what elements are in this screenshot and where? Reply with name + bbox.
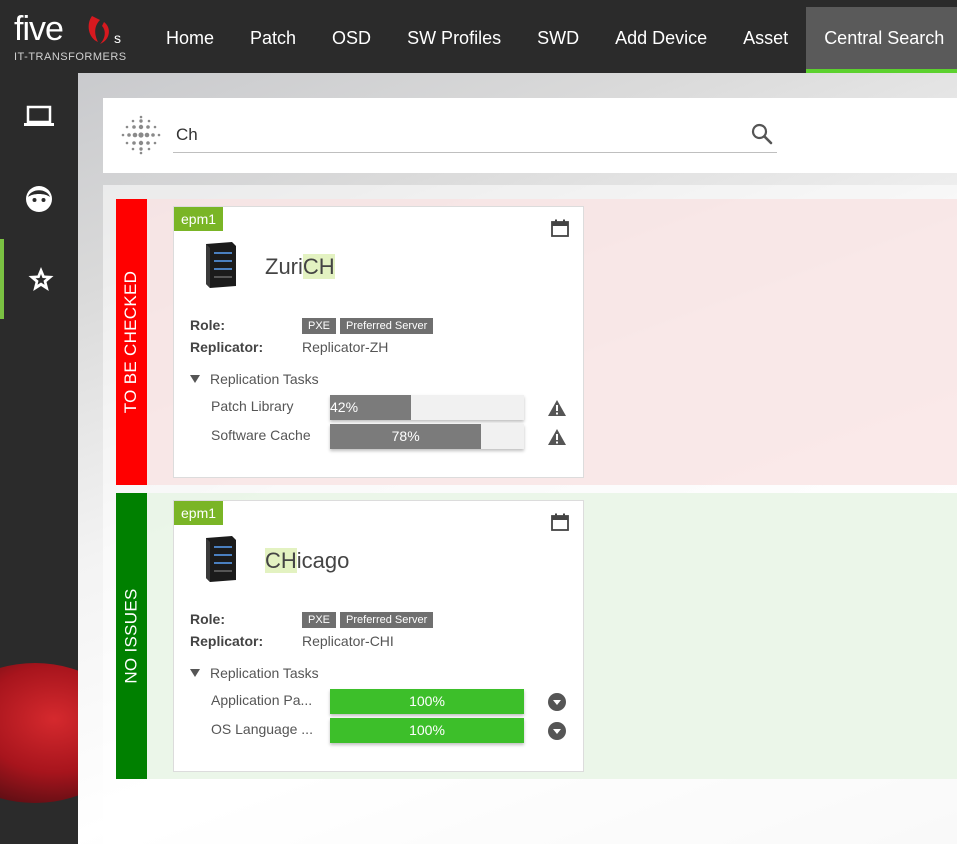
progress-bar: 42% — [330, 395, 524, 420]
role-badge-pxe: PXE — [302, 318, 337, 335]
role-badge-preferred: Preferred Server — [340, 318, 434, 335]
logo-swirl-icon — [88, 16, 109, 44]
server-name: ZuriCH — [265, 254, 335, 280]
dots-logo-icon — [121, 115, 161, 155]
nav-sw-profiles[interactable]: SW Profiles — [389, 0, 519, 73]
task-name: Patch Library — [211, 398, 294, 414]
main-nav: Home Patch OSD SW Profiles SWD Add Devic… — [148, 0, 957, 73]
search-panel — [103, 98, 957, 173]
five-logo[interactable]: five s IT-TRANSFORMERS — [14, 10, 134, 66]
role-badge-preferred: Preferred Server — [340, 612, 434, 629]
chevron-down-circle-icon[interactable] — [547, 721, 567, 741]
role-row: Role: PXE Preferred Server — [190, 611, 437, 629]
calendar-icon[interactable] — [551, 219, 569, 237]
replicator-value: Replicator-ZH — [302, 339, 389, 355]
task-name: Software Cache — [211, 427, 311, 443]
role-row: Role: PXE Preferred Server — [190, 317, 437, 335]
role-badge-pxe: PXE — [302, 612, 337, 629]
progress-bar: 100% — [330, 718, 524, 743]
progress-bar: 78% — [330, 424, 524, 449]
server-name: CHicago — [265, 548, 349, 574]
nav-asset[interactable]: Asset — [725, 0, 806, 73]
task-row: Application Pa... 100% — [211, 689, 571, 715]
server-card[interactable]: epm1 ZuriCH Role: PXE Preferred Server R… — [173, 206, 584, 478]
result-group-to-be-checked: TO BE CHECKED epm1 ZuriCH Role: PXE Pref… — [116, 199, 957, 485]
server-icon — [206, 536, 236, 582]
sidebar-item-favorites[interactable] — [0, 239, 78, 319]
nav-osd[interactable]: OSD — [314, 0, 389, 73]
search-input[interactable] — [173, 117, 777, 153]
server-name-suffix: icago — [296, 548, 350, 573]
replicator-label: Replicator: — [190, 339, 264, 355]
tasks-title: Replication Tasks — [210, 665, 319, 681]
task-row: OS Language ... 100% — [211, 718, 571, 744]
logo-subtitle: IT-TRANSFORMERS — [14, 51, 127, 63]
main-content: TO BE CHECKED epm1 ZuriCH — [78, 73, 957, 844]
task-row: Software Cache 78% — [211, 424, 571, 450]
group-label: TO BE CHECKED — [116, 199, 147, 485]
replication-tasks-toggle[interactable]: Replication Tasks — [190, 665, 319, 681]
nav-patch[interactable]: Patch — [232, 0, 314, 73]
replicator-row: Replicator: Replicator-CHI — [190, 633, 394, 649]
caret-down-icon — [190, 669, 200, 677]
role-label: Role: — [190, 317, 225, 333]
role-label: Role: — [190, 611, 225, 627]
sidebar — [0, 73, 78, 844]
sidebar-item-users[interactable] — [0, 159, 78, 239]
nav-add-device[interactable]: Add Device — [597, 0, 725, 73]
chevron-down-circle-icon[interactable] — [547, 692, 567, 712]
server-icon — [206, 242, 236, 288]
server-name-highlight: CH — [302, 254, 335, 279]
progress-bar: 100% — [330, 689, 524, 714]
task-row: Patch Library 42% — [211, 395, 571, 421]
logo-word: five — [14, 10, 64, 48]
nav-central-search[interactable]: Central Search — [806, 7, 957, 73]
site-tag: epm1 — [174, 207, 224, 231]
progress-text: 100% — [409, 693, 445, 709]
background-decoration — [0, 663, 78, 803]
warning-icon[interactable] — [547, 398, 567, 418]
group-label: NO ISSUES — [116, 493, 147, 779]
caret-down-icon — [190, 375, 200, 383]
search-icon[interactable] — [751, 123, 773, 145]
sidebar-item-devices[interactable] — [0, 77, 78, 157]
star-icon — [28, 267, 54, 291]
server-name-highlight: CH — [265, 548, 297, 573]
warning-icon[interactable] — [547, 427, 567, 447]
face-icon — [26, 186, 52, 212]
results-panel: TO BE CHECKED epm1 ZuriCH Role: PXE Pref… — [103, 185, 957, 844]
progress-text: 78% — [391, 428, 420, 444]
logo-suffix: s — [114, 30, 121, 46]
progress-text: 42% — [330, 399, 359, 415]
nav-swd[interactable]: SWD — [519, 0, 597, 73]
task-name: Application Pa... — [211, 692, 313, 708]
laptop-icon — [24, 105, 54, 126]
progress-text: 100% — [409, 722, 445, 738]
calendar-icon[interactable] — [551, 513, 569, 531]
server-name-prefix: Zuri — [265, 254, 303, 279]
result-group-no-issues: NO ISSUES epm1 CHicago Role: PXE Preferr… — [116, 493, 957, 779]
replicator-value: Replicator-CHI — [302, 633, 394, 649]
top-bar: five s IT-TRANSFORMERS Home Patch OSD SW… — [0, 0, 957, 73]
nav-home[interactable]: Home — [148, 0, 232, 73]
replication-tasks-toggle[interactable]: Replication Tasks — [190, 371, 319, 387]
replicator-row: Replicator: Replicator-ZH — [190, 339, 388, 355]
tasks-title: Replication Tasks — [210, 371, 319, 387]
group-label-text: NO ISSUES — [121, 588, 141, 684]
site-tag: epm1 — [174, 501, 224, 525]
replicator-label: Replicator: — [190, 633, 264, 649]
server-card[interactable]: epm1 CHicago Role: PXEPreferred Server — [173, 500, 584, 772]
group-label-text: TO BE CHECKED — [121, 270, 141, 414]
task-name: OS Language ... — [211, 721, 313, 737]
